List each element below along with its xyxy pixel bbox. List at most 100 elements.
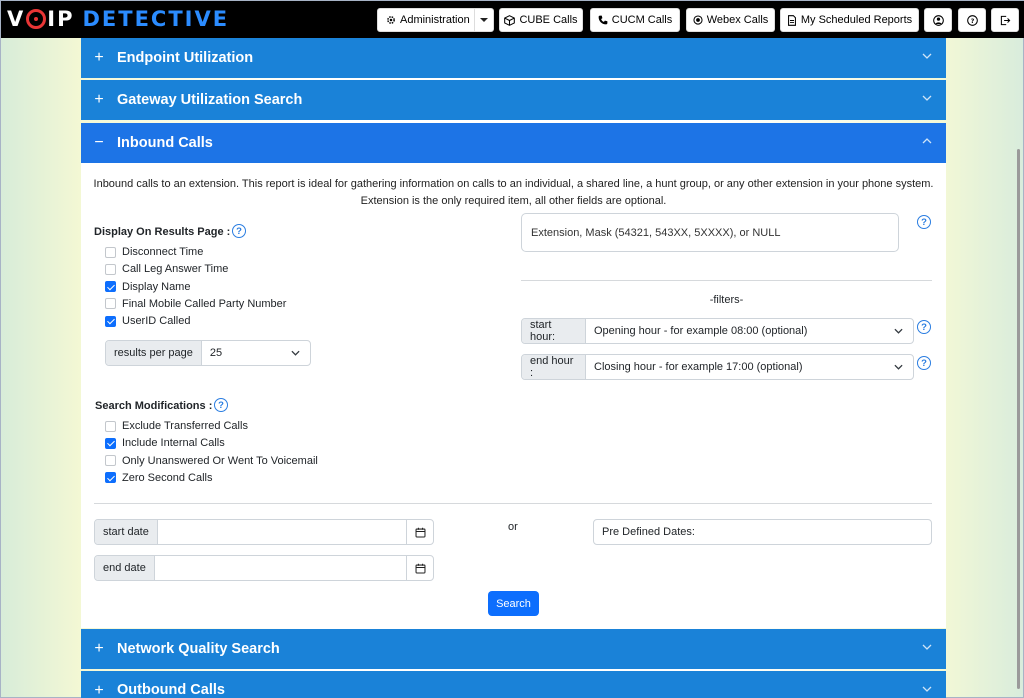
checkbox-checked[interactable] — [105, 315, 116, 327]
webex-calls-button[interactable]: Webex Calls — [686, 8, 775, 32]
search-mod-help-icon[interactable]: ? — [214, 398, 228, 412]
results-per-page-select[interactable]: results per page 25 — [105, 340, 311, 366]
end-hour-value[interactable]: Closing hour - for example 17:00 (option… — [586, 355, 913, 379]
extension-input-placeholder: Extension, Mask (54321, 543XX, 5XXXX), o… — [531, 226, 781, 239]
voip-detective-logo[interactable]: V IP DETECTIVE — [7, 5, 229, 33]
section-network-quality[interactable]: + Network Quality Search — [81, 629, 946, 669]
filters-label: -filters- — [709, 294, 744, 306]
expand-icon: + — [94, 91, 104, 108]
checkbox-label[interactable]: Display Name — [122, 281, 190, 293]
start-hour-help-icon[interactable]: ? — [917, 320, 931, 334]
results-per-page-label: results per page — [106, 341, 202, 365]
checkbox-row[interactable]: Final Mobile Called Party Number — [105, 297, 286, 311]
checkbox-label[interactable]: Final Mobile Called Party Number — [122, 298, 286, 310]
calendar-icon — [415, 563, 425, 573]
checkbox-unchecked[interactable] — [105, 420, 116, 432]
extension-input[interactable]: Extension, Mask (54321, 543XX, 5XXXX), o… — [521, 213, 899, 252]
end-date-input[interactable]: end date — [94, 555, 434, 581]
end-date-field[interactable] — [155, 556, 406, 580]
my-scheduled-reports-button[interactable]: My Scheduled Reports — [780, 8, 919, 32]
checkbox-row[interactable]: UserID Called — [105, 314, 190, 328]
end-hour-text: Closing hour - for example 17:00 (option… — [594, 361, 803, 373]
section-gateway-utilization[interactable]: + Gateway Utilization Search — [81, 80, 946, 120]
checkbox-label[interactable]: Only Unanswered Or Went To Voicemail — [122, 455, 318, 467]
checkbox-unchecked[interactable] — [105, 246, 116, 258]
search-button[interactable]: Search — [488, 591, 539, 616]
checkbox-unchecked[interactable] — [105, 263, 116, 275]
help-button[interactable]: ? — [958, 8, 986, 32]
logout-icon — [1000, 15, 1010, 25]
user-profile-button[interactable] — [924, 8, 952, 32]
checkbox-checked[interactable] — [105, 437, 116, 449]
end-hour-select[interactable]: end hour : Closing hour - for example 17… — [521, 354, 914, 380]
end-date-calendar-button[interactable] — [406, 556, 433, 580]
date-divider — [94, 503, 932, 504]
checkbox-row[interactable]: Zero Second Calls — [105, 471, 213, 485]
description-line-1: Inbound calls to an extension. This repo… — [93, 178, 934, 190]
checkbox-checked[interactable] — [105, 281, 116, 293]
start-date-calendar-button[interactable] — [406, 520, 433, 544]
logo-detective: DETECTIVE — [82, 7, 230, 31]
question-circle-icon: ? — [966, 14, 978, 26]
checkbox-row[interactable]: Only Unanswered Or Went To Voicemail — [105, 454, 318, 468]
top-navbar: V IP DETECTIVE Administration CUBE Calls… — [1, 1, 1024, 38]
chevron-up-icon — [922, 138, 932, 144]
administration-dropdown[interactable]: Administration — [377, 8, 494, 32]
section-title: Gateway Utilization Search — [117, 92, 303, 108]
end-hour-label: end hour : — [522, 355, 586, 379]
cucm-calls-button[interactable]: CUCM Calls — [590, 8, 680, 32]
section-title: Network Quality Search — [117, 641, 280, 657]
checkbox-label[interactable]: Exclude Transferred Calls — [122, 420, 248, 432]
results-per-page-text: 25 — [209, 347, 223, 359]
start-hour-select[interactable]: start hour: Opening hour - for example 0… — [521, 318, 914, 344]
logo-o-icon — [26, 9, 47, 29]
checkbox-row[interactable]: Exclude Transferred Calls — [105, 419, 248, 433]
chevron-down-icon — [894, 328, 903, 334]
display-help-icon[interactable]: ? — [232, 224, 246, 238]
predefined-dates-select[interactable]: Pre Defined Dates: — [593, 519, 932, 545]
start-hour-text: Opening hour - for example 08:00 (option… — [594, 325, 808, 337]
checkbox-label[interactable]: Disconnect Time — [122, 246, 203, 258]
extension-help-icon[interactable]: ? — [917, 215, 931, 229]
section-inbound-calls[interactable]: − Inbound Calls — [81, 123, 946, 163]
checkbox-label[interactable]: Call Leg Answer Time — [122, 263, 228, 275]
page-scrollbar[interactable] — [1017, 149, 1020, 689]
checkbox-row[interactable]: Disconnect Time — [105, 245, 203, 259]
results-per-page-value[interactable]: 25 — [202, 341, 310, 365]
start-date-input[interactable]: start date — [94, 519, 434, 545]
checkbox-unchecked[interactable] — [105, 455, 116, 467]
checkbox-label[interactable]: UserID Called — [122, 315, 190, 327]
section-title: Endpoint Utilization — [117, 50, 254, 66]
search-modifications-label: Search Modifications : — [95, 400, 213, 412]
chevron-down-icon — [291, 350, 300, 356]
phone-icon — [598, 15, 608, 25]
checkbox-checked[interactable] — [105, 472, 116, 484]
section-endpoint-utilization[interactable]: + Endpoint Utilization — [81, 38, 946, 78]
logout-button[interactable] — [991, 8, 1019, 32]
cube-calls-button[interactable]: CUBE Calls — [499, 8, 583, 32]
start-hour-value[interactable]: Opening hour - for example 08:00 (option… — [586, 319, 913, 343]
start-date-field[interactable] — [158, 520, 406, 544]
start-hour-label: start hour: — [522, 319, 586, 343]
chevron-down-icon — [922, 95, 932, 101]
description-line-2: Extension is the only required item, all… — [360, 195, 667, 207]
administration-toggle[interactable] — [475, 18, 493, 22]
end-hour-help-icon[interactable]: ? — [917, 356, 931, 370]
checkbox-unchecked[interactable] — [105, 298, 116, 310]
help-glyph: ? — [921, 321, 927, 333]
my-scheduled-reports-label: My Scheduled Reports — [800, 14, 913, 26]
cube-calls-label: CUBE Calls — [519, 14, 578, 26]
help-glyph: ? — [921, 216, 927, 228]
checkbox-row[interactable]: Call Leg Answer Time — [105, 262, 228, 276]
record-icon — [693, 15, 703, 25]
logo-letter-v: V — [7, 7, 26, 31]
checkbox-row[interactable]: Include Internal Calls — [105, 436, 225, 450]
inbound-calls-panel: Inbound calls to an extension. This repo… — [81, 163, 946, 628]
checkbox-label[interactable]: Zero Second Calls — [122, 472, 213, 484]
section-outbound-calls[interactable]: + Outbound Calls — [81, 671, 946, 698]
cube-icon — [504, 14, 516, 26]
checkbox-row[interactable]: Display Name — [105, 280, 190, 294]
webex-calls-label: Webex Calls — [706, 14, 769, 26]
checkbox-label[interactable]: Include Internal Calls — [122, 437, 225, 449]
chevron-down-icon — [922, 686, 932, 692]
